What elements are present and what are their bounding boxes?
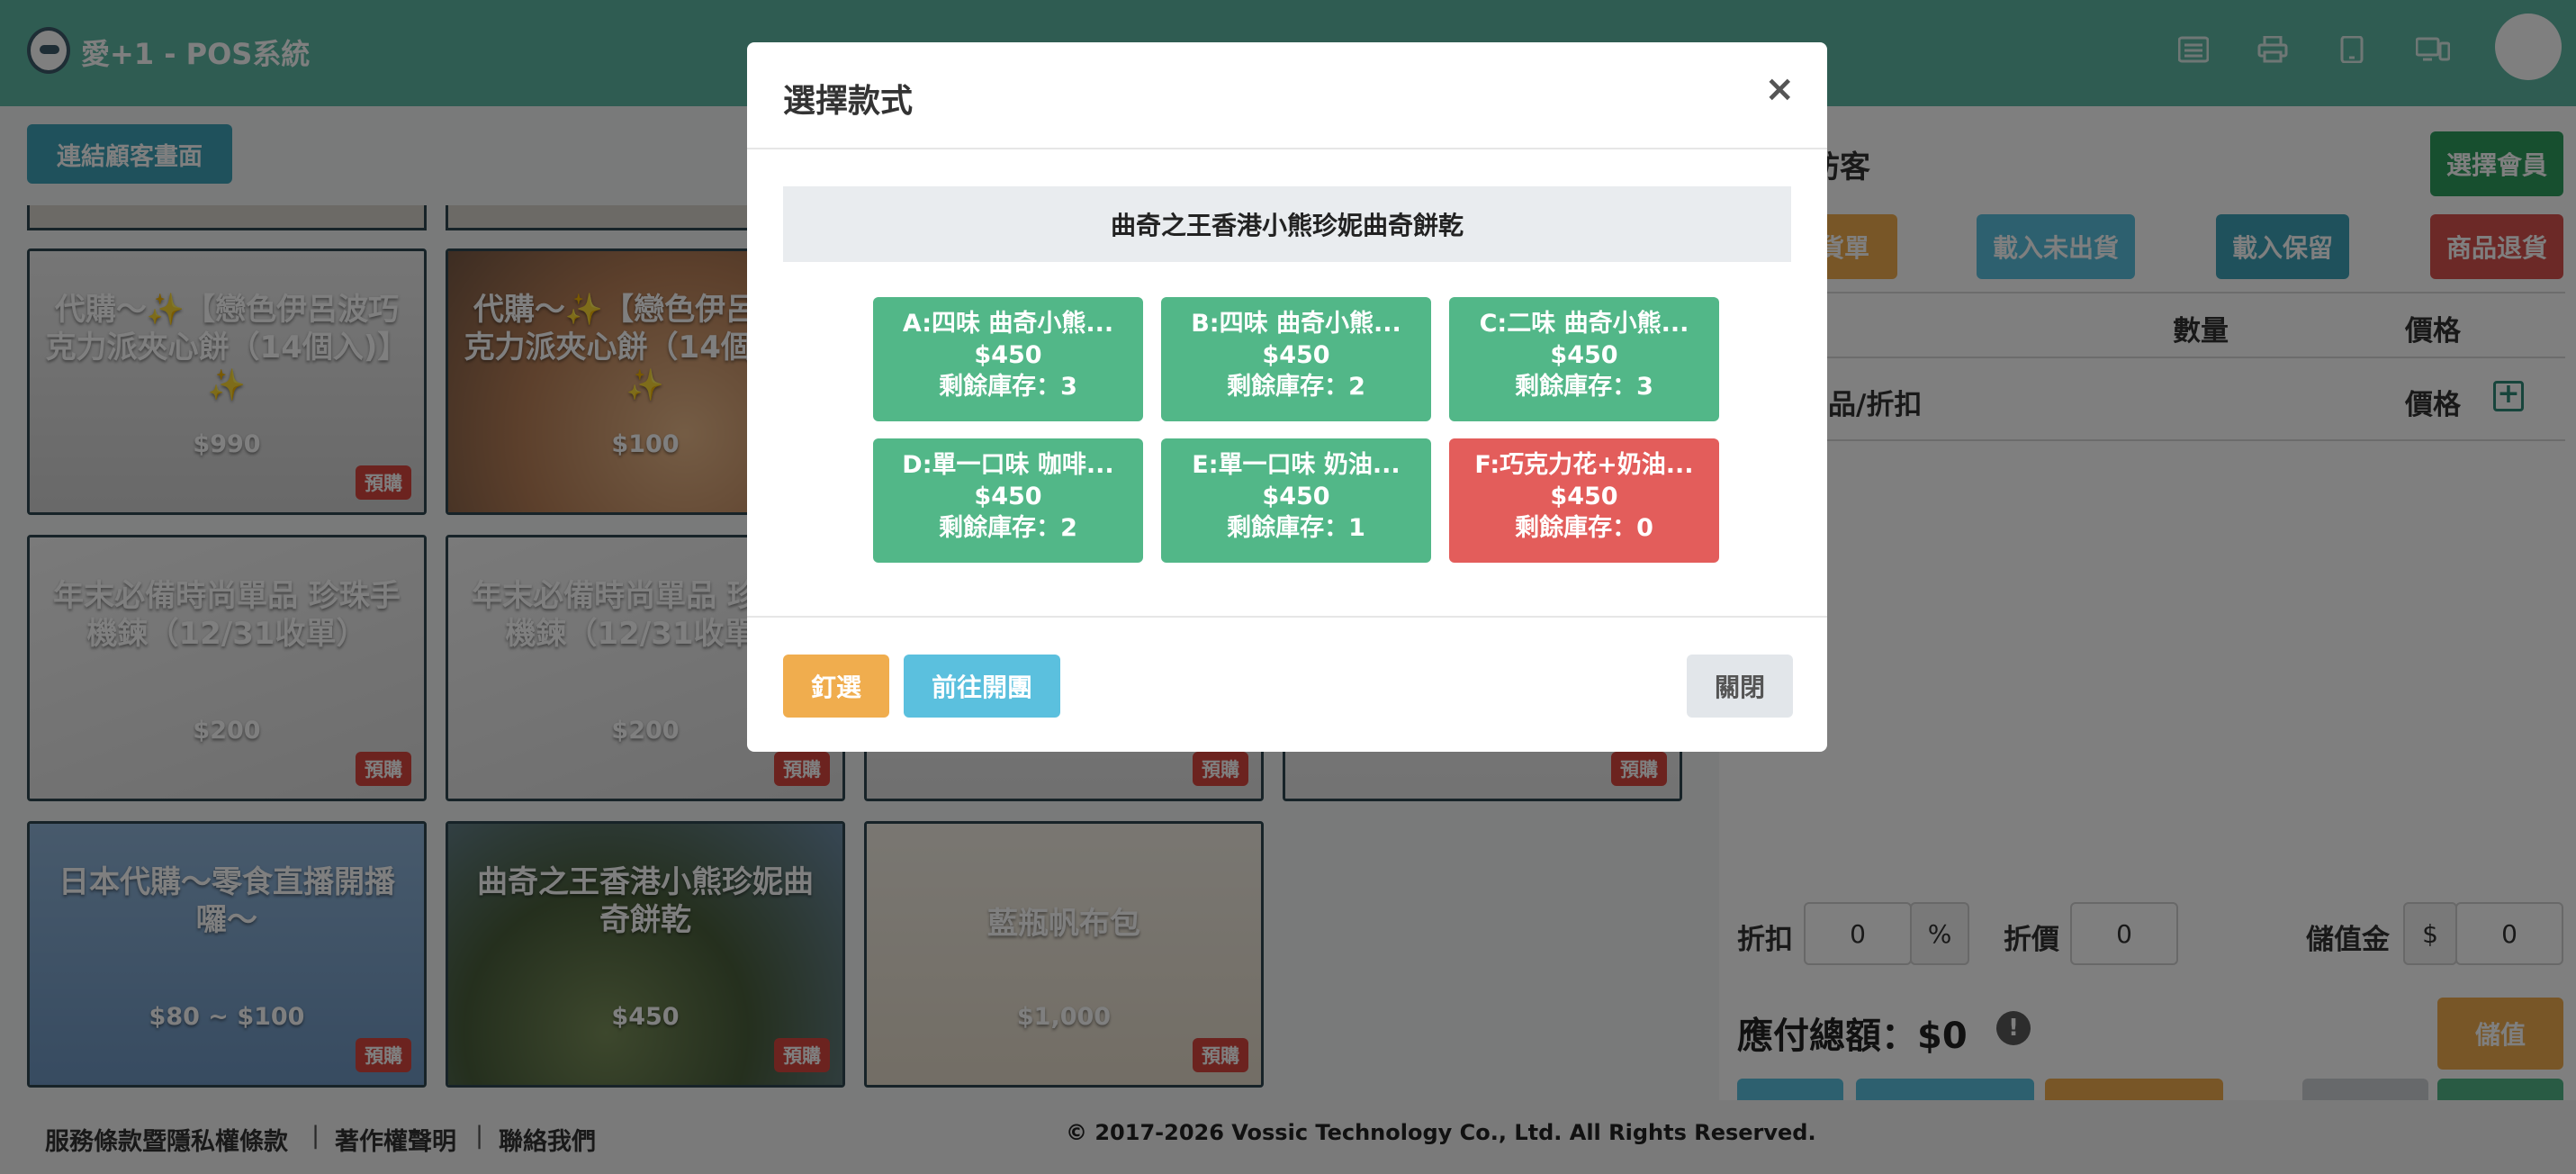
variant-option-f[interactable]: F:巧克力花+奶油... $450 剩餘庫存：0 <box>1449 438 1719 563</box>
modal-footer-divider <box>747 616 1827 618</box>
close-icon[interactable]: × <box>1764 71 1795 107</box>
modal-header-divider <box>747 148 1827 149</box>
variant-option-e[interactable]: E:單一口味 奶油... $450 剩餘庫存：1 <box>1161 438 1431 563</box>
variant-option-a[interactable]: A:四味 曲奇小熊... $450 剩餘庫存：3 <box>873 297 1143 421</box>
close-button[interactable]: 關閉 <box>1687 655 1793 718</box>
pin-button[interactable]: 釘選 <box>783 655 889 718</box>
modal-title: 選擇款式 <box>783 83 914 120</box>
select-variant-modal: 選擇款式 × 曲奇之王香港小熊珍妮曲奇餅乾 A:四味 曲奇小熊... $450 … <box>747 42 1827 752</box>
variant-option-b[interactable]: B:四味 曲奇小熊... $450 剩餘庫存：2 <box>1161 297 1431 421</box>
modal-product-name: 曲奇之王香港小熊珍妮曲奇餅乾 <box>783 186 1791 262</box>
variant-option-c[interactable]: C:二味 曲奇小熊... $450 剩餘庫存：3 <box>1449 297 1719 421</box>
variant-option-d[interactable]: D:單一口味 咖啡... $450 剩餘庫存：2 <box>873 438 1143 563</box>
open-group-buy-button[interactable]: 前往開團 <box>904 655 1060 718</box>
